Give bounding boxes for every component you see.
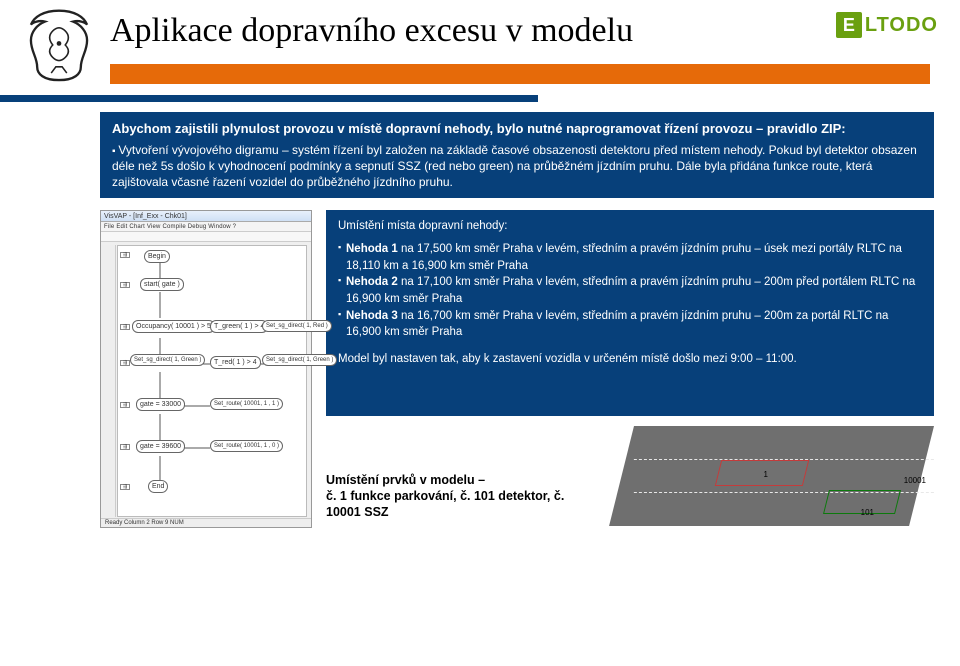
- node-end: End: [148, 480, 168, 493]
- intro-block: Abychom zajistili plynulost provozu v mí…: [100, 112, 934, 198]
- orange-divider: [110, 64, 930, 86]
- node-setsg-red: Set_sg_direct( 1, Red ): [262, 320, 332, 332]
- flowchart-canvas: ⇶ Begin ⇶ start( gate ) ⇶ Occupancy( 100…: [117, 245, 307, 517]
- node-gate2: gate = 39600: [136, 440, 185, 453]
- eltodo-text: LTODO: [865, 14, 938, 37]
- node-gate1: gate = 33000: [136, 398, 185, 411]
- echo-icon: ⇶: [120, 444, 130, 450]
- accent-line: [0, 95, 538, 102]
- road-caption: Umístění prvků v modelu – č. 1 funkce pa…: [326, 472, 576, 521]
- window-statusbar: Ready Column 2 Row 9 NUM: [101, 518, 311, 527]
- node-route1: Set_route( 10001, 1 , 1 ): [210, 398, 283, 410]
- node-set-green: Set_sg_direct( 1, Green ): [130, 354, 205, 366]
- visvap-window: VisVAP - [Inf_Exx - Chk01] File Edit Cha…: [100, 210, 312, 528]
- window-toolbar: [101, 232, 311, 242]
- node-begin: Begin: [144, 250, 170, 263]
- window-menubar: File Edit Chart View Compile Debug Windo…: [101, 222, 311, 232]
- label-101: 101: [861, 508, 874, 517]
- echo-icon: ⇶: [120, 324, 130, 330]
- intro-lead: Abychom zajistili plynulost provozu v mí…: [112, 120, 922, 138]
- page-title: Aplikace dopravního excesu v modelu: [110, 12, 930, 50]
- echo-icon: ⇶: [120, 360, 130, 366]
- placement-model: Model byl nastaven tak, aby k zastavení …: [338, 351, 922, 368]
- placement-block: Umístění místa dopravní nehody: Nehoda 1…: [326, 210, 934, 416]
- echo-icon: ⇶: [120, 252, 130, 258]
- parking-box-1: [715, 460, 809, 486]
- lion-crest-logo: [20, 6, 98, 84]
- placement-n2: Nehoda 2 na 17,100 km směr Praha v levém…: [338, 274, 922, 307]
- intro-bullet: Vytvoření vývojového digramu – systém ří…: [112, 142, 922, 191]
- eltodo-logo: E LTODO: [836, 12, 938, 38]
- window-sidebar: [101, 245, 116, 517]
- node-tgreen: T_green( 1 ) > 4: [210, 320, 268, 333]
- placement-n3: Nehoda 3 na 16,700 km směr Praha v levém…: [338, 308, 922, 341]
- placement-head: Umístění místa dopravní nehody:: [338, 218, 922, 235]
- node-occupancy: Occupancy( 10001 ) > 5: [132, 320, 215, 333]
- eltodo-e-icon: E: [836, 12, 862, 38]
- road-figure: 1 10001 101 Umístění prvků v modelu – č.…: [326, 426, 934, 528]
- node-route2: Set_route( 10001, 1 , 0 ): [210, 440, 283, 452]
- node-start: start( gate ): [140, 278, 184, 291]
- echo-icon: ⇶: [120, 484, 130, 490]
- window-titlebar: VisVAP - [Inf_Exx - Chk01]: [101, 211, 311, 222]
- label-1: 1: [764, 470, 768, 479]
- node-tred: T_red( 1 ) > 4: [210, 356, 261, 369]
- label-10001: 10001: [904, 476, 926, 485]
- placement-n1: Nehoda 1 na 17,500 km směr Praha v levém…: [338, 241, 922, 274]
- echo-icon: ⇶: [120, 402, 130, 408]
- echo-icon: ⇶: [120, 282, 130, 288]
- node-setsg-green: Set_sg_direct( 1, Green ): [262, 354, 337, 366]
